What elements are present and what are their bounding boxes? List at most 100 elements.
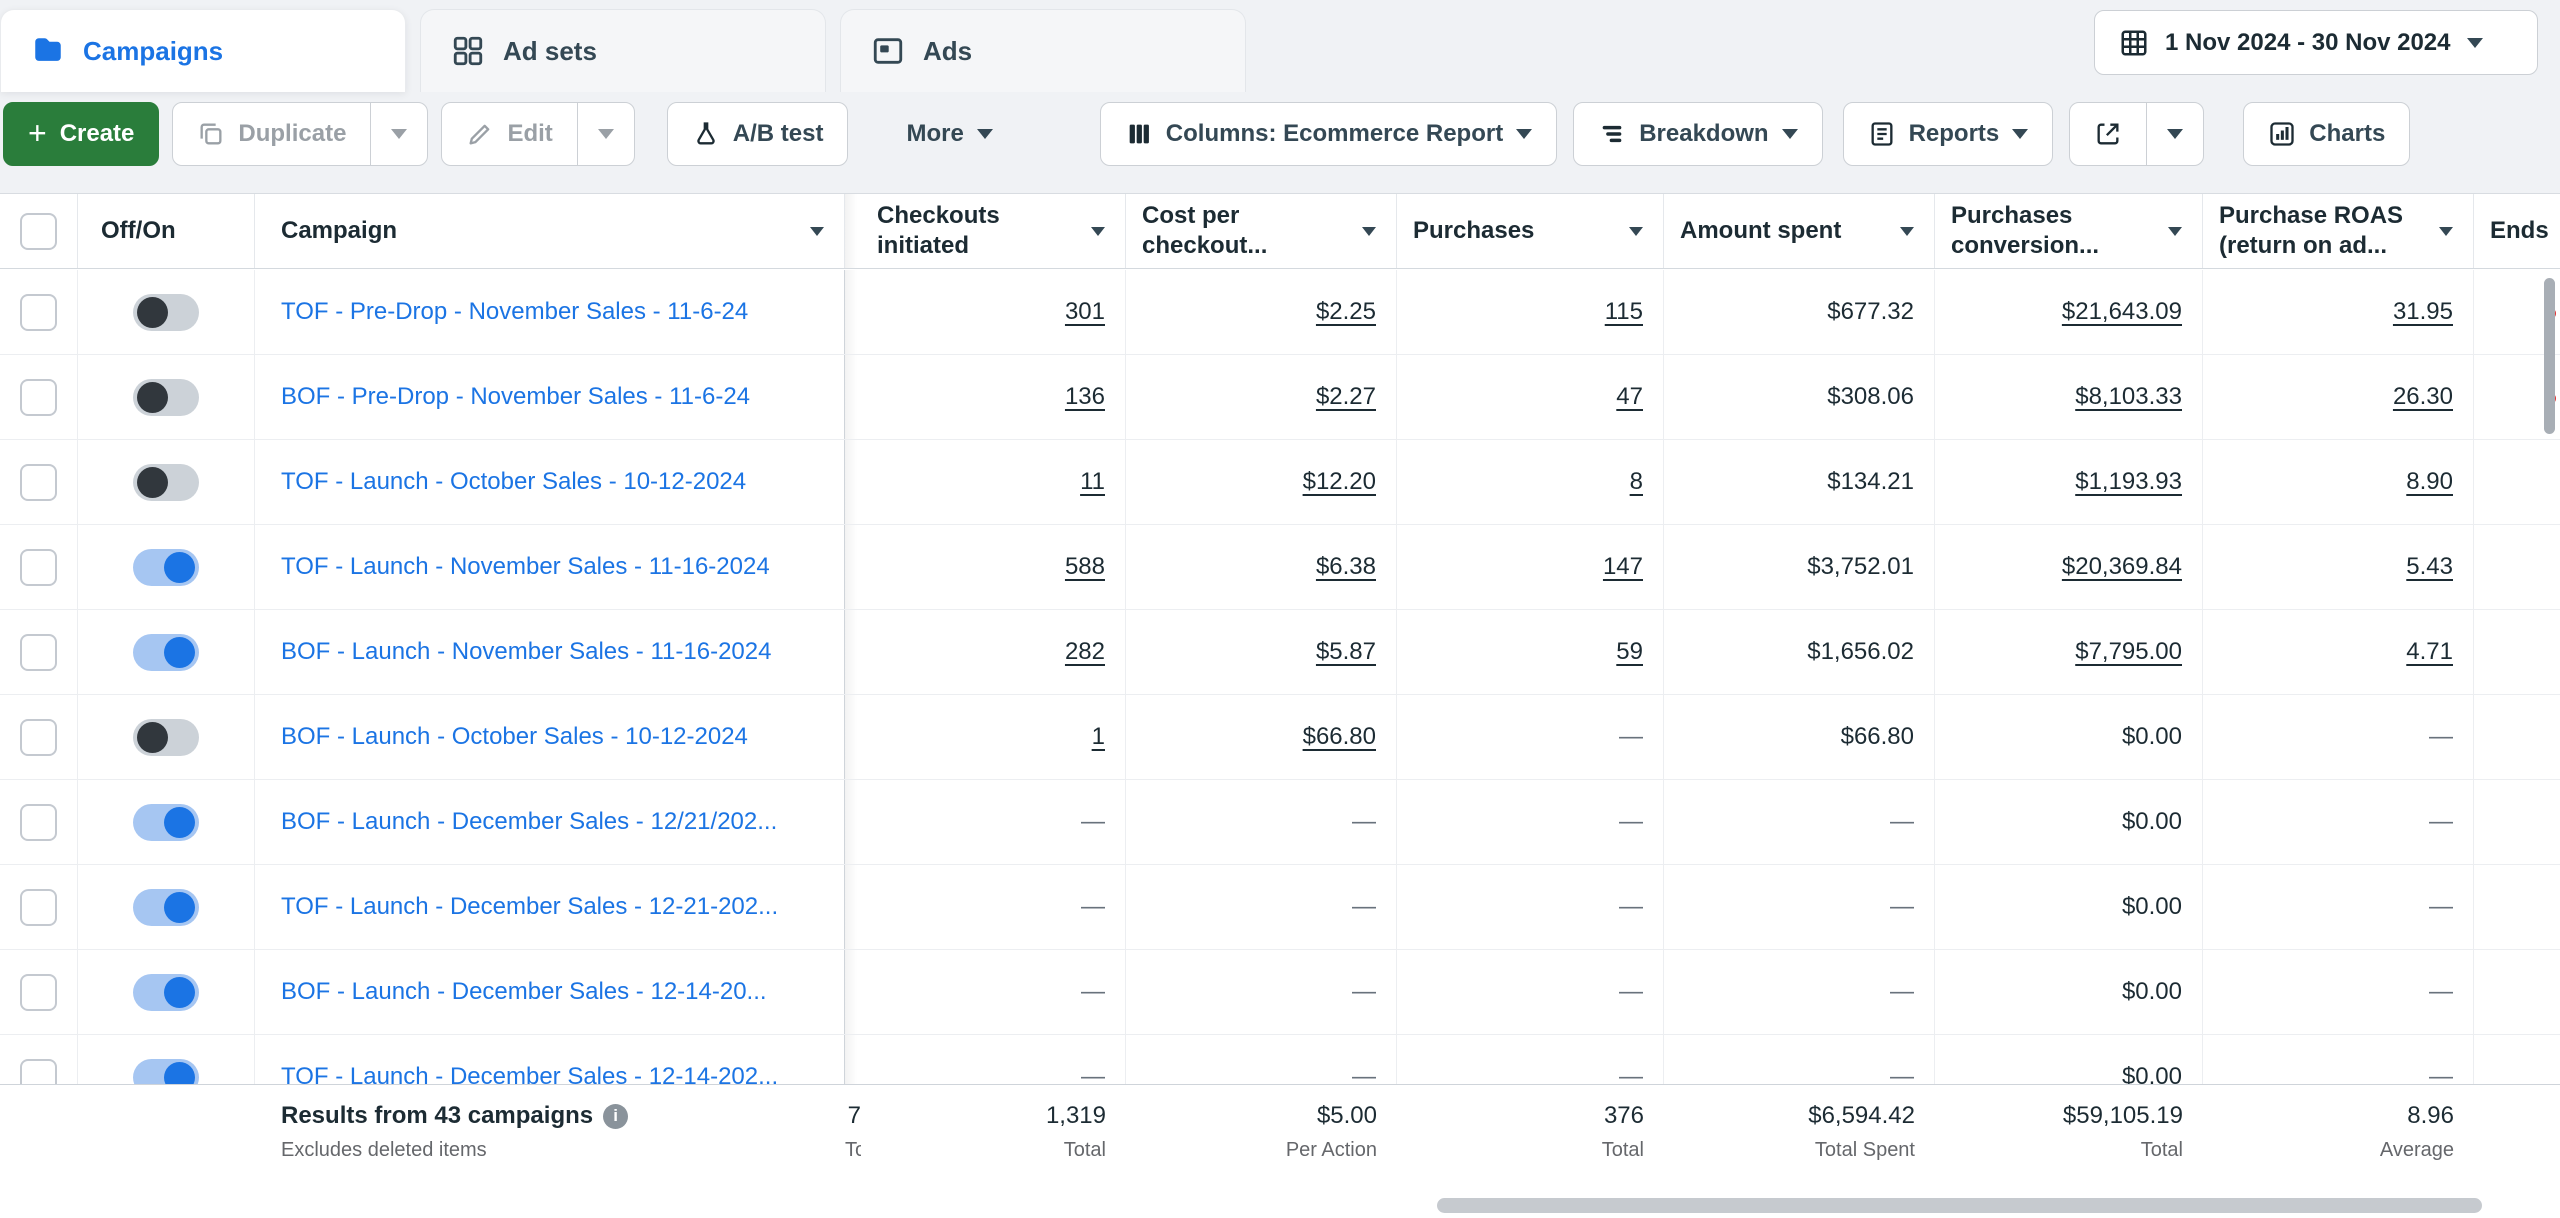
metric-value[interactable]: $20,369.84 — [2062, 553, 2182, 581]
metric-value[interactable]: $21,643.09 — [2062, 298, 2182, 326]
tab-ad-sets[interactable]: Ad sets — [420, 9, 826, 92]
header-cost-per-checkout[interactable]: Cost per checkout... — [1126, 194, 1397, 268]
row-checkbox-cell — [0, 950, 78, 1034]
ab-test-button[interactable]: A/B test — [667, 102, 849, 166]
charts-button[interactable]: Charts — [2243, 102, 2410, 166]
metric-value[interactable]: 301 — [1065, 298, 1105, 326]
header-campaign[interactable]: Campaign — [255, 194, 845, 268]
header-ends[interactable]: Ends — [2474, 194, 2560, 268]
campaign-name-link[interactable]: TOF - Launch - October Sales - 10-12-202… — [281, 468, 746, 496]
more-button[interactable]: More — [881, 102, 1017, 166]
row-checkbox[interactable] — [20, 464, 57, 501]
campaign-toggle[interactable] — [133, 549, 199, 586]
row-checkbox-cell — [0, 355, 78, 439]
columns-button[interactable]: Columns: Ecommerce Report — [1100, 102, 1557, 166]
frozen-pane-divider — [845, 525, 861, 609]
edit-dropdown-button[interactable] — [577, 102, 635, 166]
campaign-toggle[interactable] — [133, 974, 199, 1011]
campaign-name-link[interactable]: TOF - Launch - December Sales - 12-21-20… — [281, 893, 778, 921]
header-checkouts-initiated[interactable]: Checkouts initiated — [861, 194, 1126, 268]
row-checkbox[interactable] — [20, 549, 57, 586]
metric-value[interactable]: 26.30 — [2393, 383, 2453, 411]
campaign-name-link[interactable]: BOF - Launch - December Sales - 12-14-20… — [281, 978, 767, 1006]
tab-campaigns[interactable]: Campaigns — [0, 9, 406, 92]
metric-value[interactable]: 282 — [1065, 638, 1105, 666]
metric-value[interactable]: $6.38 — [1316, 553, 1376, 581]
metric-cell: 8 — [1397, 440, 1664, 524]
metric-value[interactable]: 588 — [1065, 553, 1105, 581]
select-all-checkbox[interactable] — [20, 213, 57, 250]
metric-value[interactable]: $8,103.33 — [2075, 383, 2182, 411]
header-off-on: Off/On — [78, 194, 255, 268]
metric-value[interactable]: 8 — [1630, 468, 1643, 496]
reports-button[interactable]: Reports — [1843, 102, 2054, 166]
create-button[interactable]: + Create — [3, 102, 159, 166]
toggle-knob — [164, 892, 195, 923]
edit-button[interactable]: Edit — [441, 102, 577, 166]
flask-icon — [692, 120, 720, 148]
edit-label: Edit — [507, 120, 552, 148]
row-checkbox[interactable] — [20, 379, 57, 416]
metric-value[interactable]: 59 — [1616, 638, 1643, 666]
metric-value[interactable]: 147 — [1603, 553, 1643, 581]
row-toggle-cell — [78, 525, 255, 609]
metric-value[interactable]: 136 — [1065, 383, 1105, 411]
header-purchases[interactable]: Purchases — [1397, 194, 1664, 268]
campaign-name-link[interactable]: BOF - Launch - October Sales - 10-12-202… — [281, 723, 748, 751]
metric-cell: — — [861, 950, 1126, 1034]
duplicate-dropdown-button[interactable] — [370, 102, 428, 166]
metric-value[interactable]: 31.95 — [2393, 298, 2453, 326]
frozen-pane-divider — [845, 695, 861, 779]
tab-ads[interactable]: Ads — [840, 9, 1246, 92]
campaign-name-link[interactable]: BOF - Launch - November Sales - 11-16-20… — [281, 638, 771, 666]
header-purchase-roas[interactable]: Purchase ROAS (return on ad... — [2203, 194, 2474, 268]
campaign-name-link[interactable]: BOF - Launch - December Sales - 12/21/20… — [281, 808, 777, 836]
row-checkbox[interactable] — [20, 634, 57, 671]
table-row: TOF - Launch - November Sales - 11-16-20… — [0, 525, 2560, 610]
header-amount-spent[interactable]: Amount spent — [1664, 194, 1935, 268]
row-toggle-cell — [78, 780, 255, 864]
horizontal-scrollbar-thumb[interactable] — [1437, 1198, 2482, 1213]
row-checkbox[interactable] — [20, 804, 57, 841]
row-checkbox[interactable] — [20, 889, 57, 926]
metric-value[interactable]: 4.71 — [2406, 638, 2453, 666]
row-checkbox[interactable] — [20, 719, 57, 756]
metric-value[interactable]: $2.25 — [1316, 298, 1376, 326]
export-button[interactable] — [2069, 102, 2147, 166]
campaign-toggle[interactable] — [133, 464, 199, 501]
campaign-name-link[interactable]: TOF - Pre-Drop - November Sales - 11-6-2… — [281, 298, 748, 326]
breakdown-button[interactable]: Breakdown — [1573, 102, 1822, 166]
metric-cell: — — [2203, 950, 2474, 1034]
export-dropdown-button[interactable] — [2146, 102, 2204, 166]
metric-cell: 26.30 — [2203, 355, 2474, 439]
metric-value[interactable]: 11 — [1080, 468, 1105, 496]
campaign-toggle[interactable] — [133, 889, 199, 926]
footer-total-label: Average — [2203, 1139, 2454, 1162]
campaign-toggle[interactable] — [133, 804, 199, 841]
metric-value[interactable]: $66.80 — [1303, 723, 1376, 751]
metric-value[interactable]: 115 — [1605, 298, 1643, 326]
metric-value[interactable]: $7,795.00 — [2075, 638, 2182, 666]
metric-value[interactable]: 5.43 — [2406, 553, 2453, 581]
campaign-toggle[interactable] — [133, 294, 199, 331]
metric-value[interactable]: $12.20 — [1303, 468, 1376, 496]
campaign-name-link[interactable]: BOF - Pre-Drop - November Sales - 11-6-2… — [281, 383, 750, 411]
info-icon[interactable]: i — [603, 1104, 628, 1129]
duplicate-button[interactable]: Duplicate — [172, 102, 371, 166]
metric-value[interactable]: 8.90 — [2406, 468, 2453, 496]
campaign-toggle[interactable] — [133, 379, 199, 416]
date-range-picker[interactable]: 1 Nov 2024 - 30 Nov 2024 — [2094, 10, 2538, 75]
row-checkbox[interactable] — [20, 294, 57, 331]
campaign-toggle[interactable] — [133, 719, 199, 756]
vertical-scrollbar-thumb[interactable] — [2544, 278, 2555, 434]
row-toggle-cell — [78, 950, 255, 1034]
header-purchases-conversion[interactable]: Purchases conversion... — [1935, 194, 2203, 268]
metric-value[interactable]: $1,193.93 — [2075, 468, 2182, 496]
campaign-toggle[interactable] — [133, 634, 199, 671]
metric-value[interactable]: 47 — [1616, 383, 1643, 411]
row-checkbox[interactable] — [20, 974, 57, 1011]
campaign-name-link[interactable]: TOF - Launch - November Sales - 11-16-20… — [281, 553, 770, 581]
metric-value[interactable]: $5.87 — [1316, 638, 1376, 666]
metric-value[interactable]: $2.27 — [1316, 383, 1376, 411]
metric-value[interactable]: 1 — [1092, 723, 1105, 751]
